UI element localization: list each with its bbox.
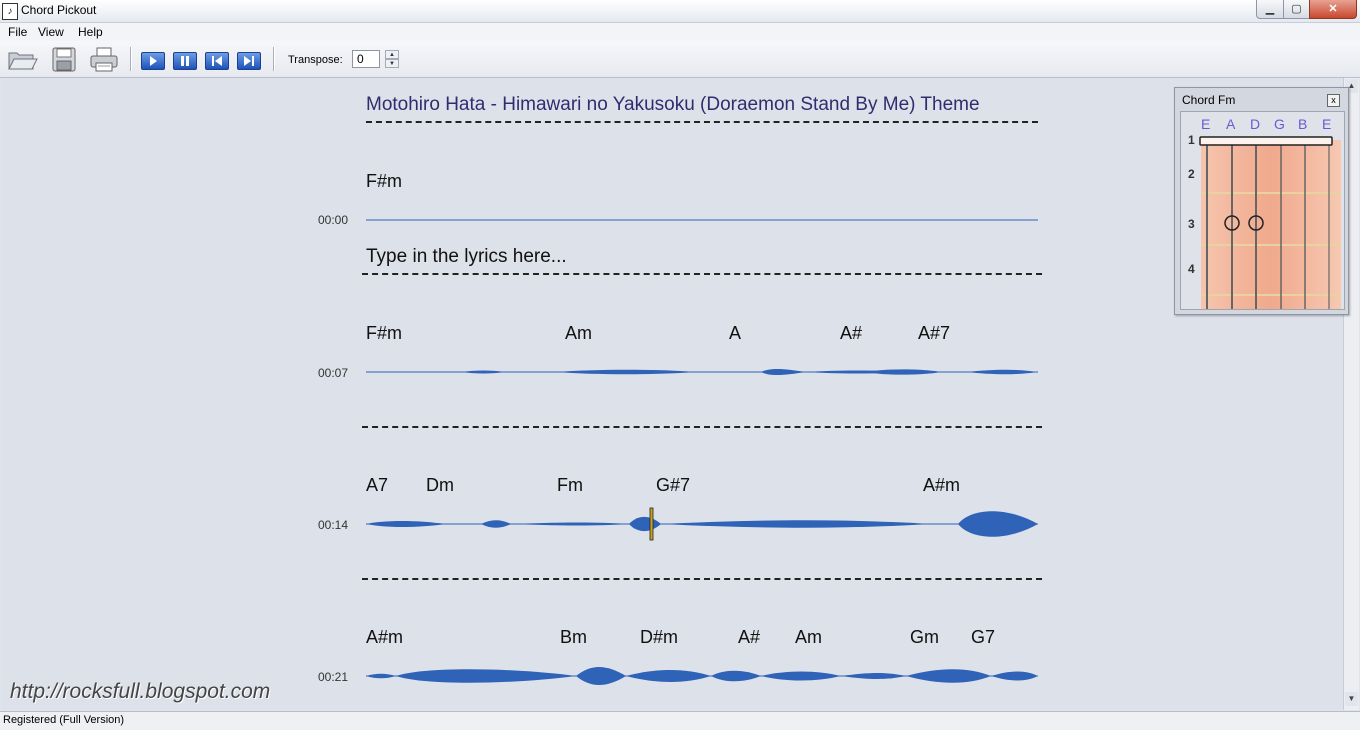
close-button[interactable]: ✕ <box>1309 0 1357 19</box>
fret-number: 3 <box>1188 217 1195 231</box>
string-label: E <box>1201 116 1211 132</box>
timestamp: 00:14 <box>318 518 349 532</box>
print-icon[interactable] <box>88 45 120 73</box>
waveform[interactable] <box>366 342 1038 402</box>
save-icon[interactable] <box>48 45 80 73</box>
chord-panel-title: Chord Fm <box>1182 93 1236 107</box>
toolbar-separator <box>273 47 275 71</box>
chord-label[interactable]: G#7 <box>656 475 690 496</box>
string-label: E <box>1322 116 1332 132</box>
chord-label[interactable]: Am <box>795 627 822 648</box>
lyrics-underline <box>362 426 1042 428</box>
toolbar-separator <box>130 47 132 71</box>
play-icon[interactable] <box>141 52 165 70</box>
previous-icon[interactable] <box>205 52 229 70</box>
transpose-up-icon[interactable]: ▲ <box>385 50 399 59</box>
waveform[interactable] <box>366 494 1038 554</box>
lyrics-underline <box>362 273 1042 275</box>
chord-label[interactable]: G7 <box>971 627 995 648</box>
toolbar: Transpose: 0 ▲ ▼ <box>0 41 1360 78</box>
timestamp: 00:21 <box>318 670 349 684</box>
fret-number: 4 <box>1188 262 1195 276</box>
chord-label[interactable]: A7 <box>366 475 388 496</box>
chord-label[interactable]: Fm <box>557 475 583 496</box>
close-icon[interactable]: x <box>1327 94 1340 107</box>
waveform[interactable] <box>366 190 1038 250</box>
chord-label[interactable]: A <box>729 323 741 344</box>
fret-number: 2 <box>1188 167 1195 181</box>
chord-label[interactable]: F#m <box>366 171 402 192</box>
open-folder-icon[interactable] <box>6 45 38 73</box>
status-text: Registered (Full Version) <box>3 714 125 726</box>
transpose-down-icon[interactable]: ▼ <box>385 59 399 68</box>
chord-label[interactable]: Bm <box>560 627 587 648</box>
menu-help[interactable]: Help <box>78 25 103 39</box>
fretboard <box>1180 111 1345 310</box>
scroll-down-icon[interactable]: ▼ <box>1345 692 1358 706</box>
timestamp: 00:00 <box>318 213 349 227</box>
transpose-label: Transpose: <box>288 54 343 66</box>
pause-icon[interactable] <box>173 52 197 70</box>
maximize-button[interactable]: ▢ <box>1283 0 1310 19</box>
chord-label[interactable]: Am <box>565 323 592 344</box>
lyrics-underline <box>362 578 1042 580</box>
menu-bar: File View Help <box>0 23 1360 41</box>
string-label: B <box>1298 116 1308 132</box>
chord-label[interactable]: A#m <box>923 475 960 496</box>
app-icon: ♪ <box>2 3 18 20</box>
menu-view[interactable]: View <box>38 25 64 39</box>
timestamp: 00:07 <box>318 366 349 380</box>
title-underline <box>366 121 1038 123</box>
window-title: Chord Pickout <box>21 3 97 17</box>
lyrics-input[interactable]: Type in the lyrics here... <box>366 246 567 268</box>
title-bar: ♪ Chord Pickout ▁ ▢ ✕ <box>0 0 1360 23</box>
string-label: A <box>1226 116 1236 132</box>
waveform[interactable] <box>366 646 1038 710</box>
string-label: D <box>1250 116 1261 132</box>
chord-label[interactable]: A#m <box>366 627 403 648</box>
chord-label[interactable]: A# <box>840 323 862 344</box>
chord-diagram-panel[interactable]: Chord Fm x E A D G B E 1 2 3 4 <box>1174 87 1349 315</box>
minimize-button[interactable]: ▁ <box>1256 0 1284 19</box>
status-bar: Registered (Full Version) <box>0 711 1360 730</box>
song-title[interactable]: Motohiro Hata - Himawari no Yakusoku (Do… <box>366 94 1038 116</box>
fret-number: 1 <box>1188 133 1195 147</box>
chord-label[interactable]: Dm <box>426 475 454 496</box>
chord-label[interactable]: A#7 <box>918 323 950 344</box>
chord-label[interactable]: A# <box>738 627 760 648</box>
chord-label[interactable]: D#m <box>640 627 678 648</box>
menu-file[interactable]: File <box>8 25 27 39</box>
next-icon[interactable] <box>237 52 261 70</box>
chord-label[interactable]: F#m <box>366 323 402 344</box>
transpose-input[interactable]: 0 <box>352 50 380 68</box>
string-label: G <box>1274 116 1285 132</box>
watermark: http://rocksfull.blogspot.com <box>10 680 271 703</box>
chord-label[interactable]: Gm <box>910 627 939 648</box>
